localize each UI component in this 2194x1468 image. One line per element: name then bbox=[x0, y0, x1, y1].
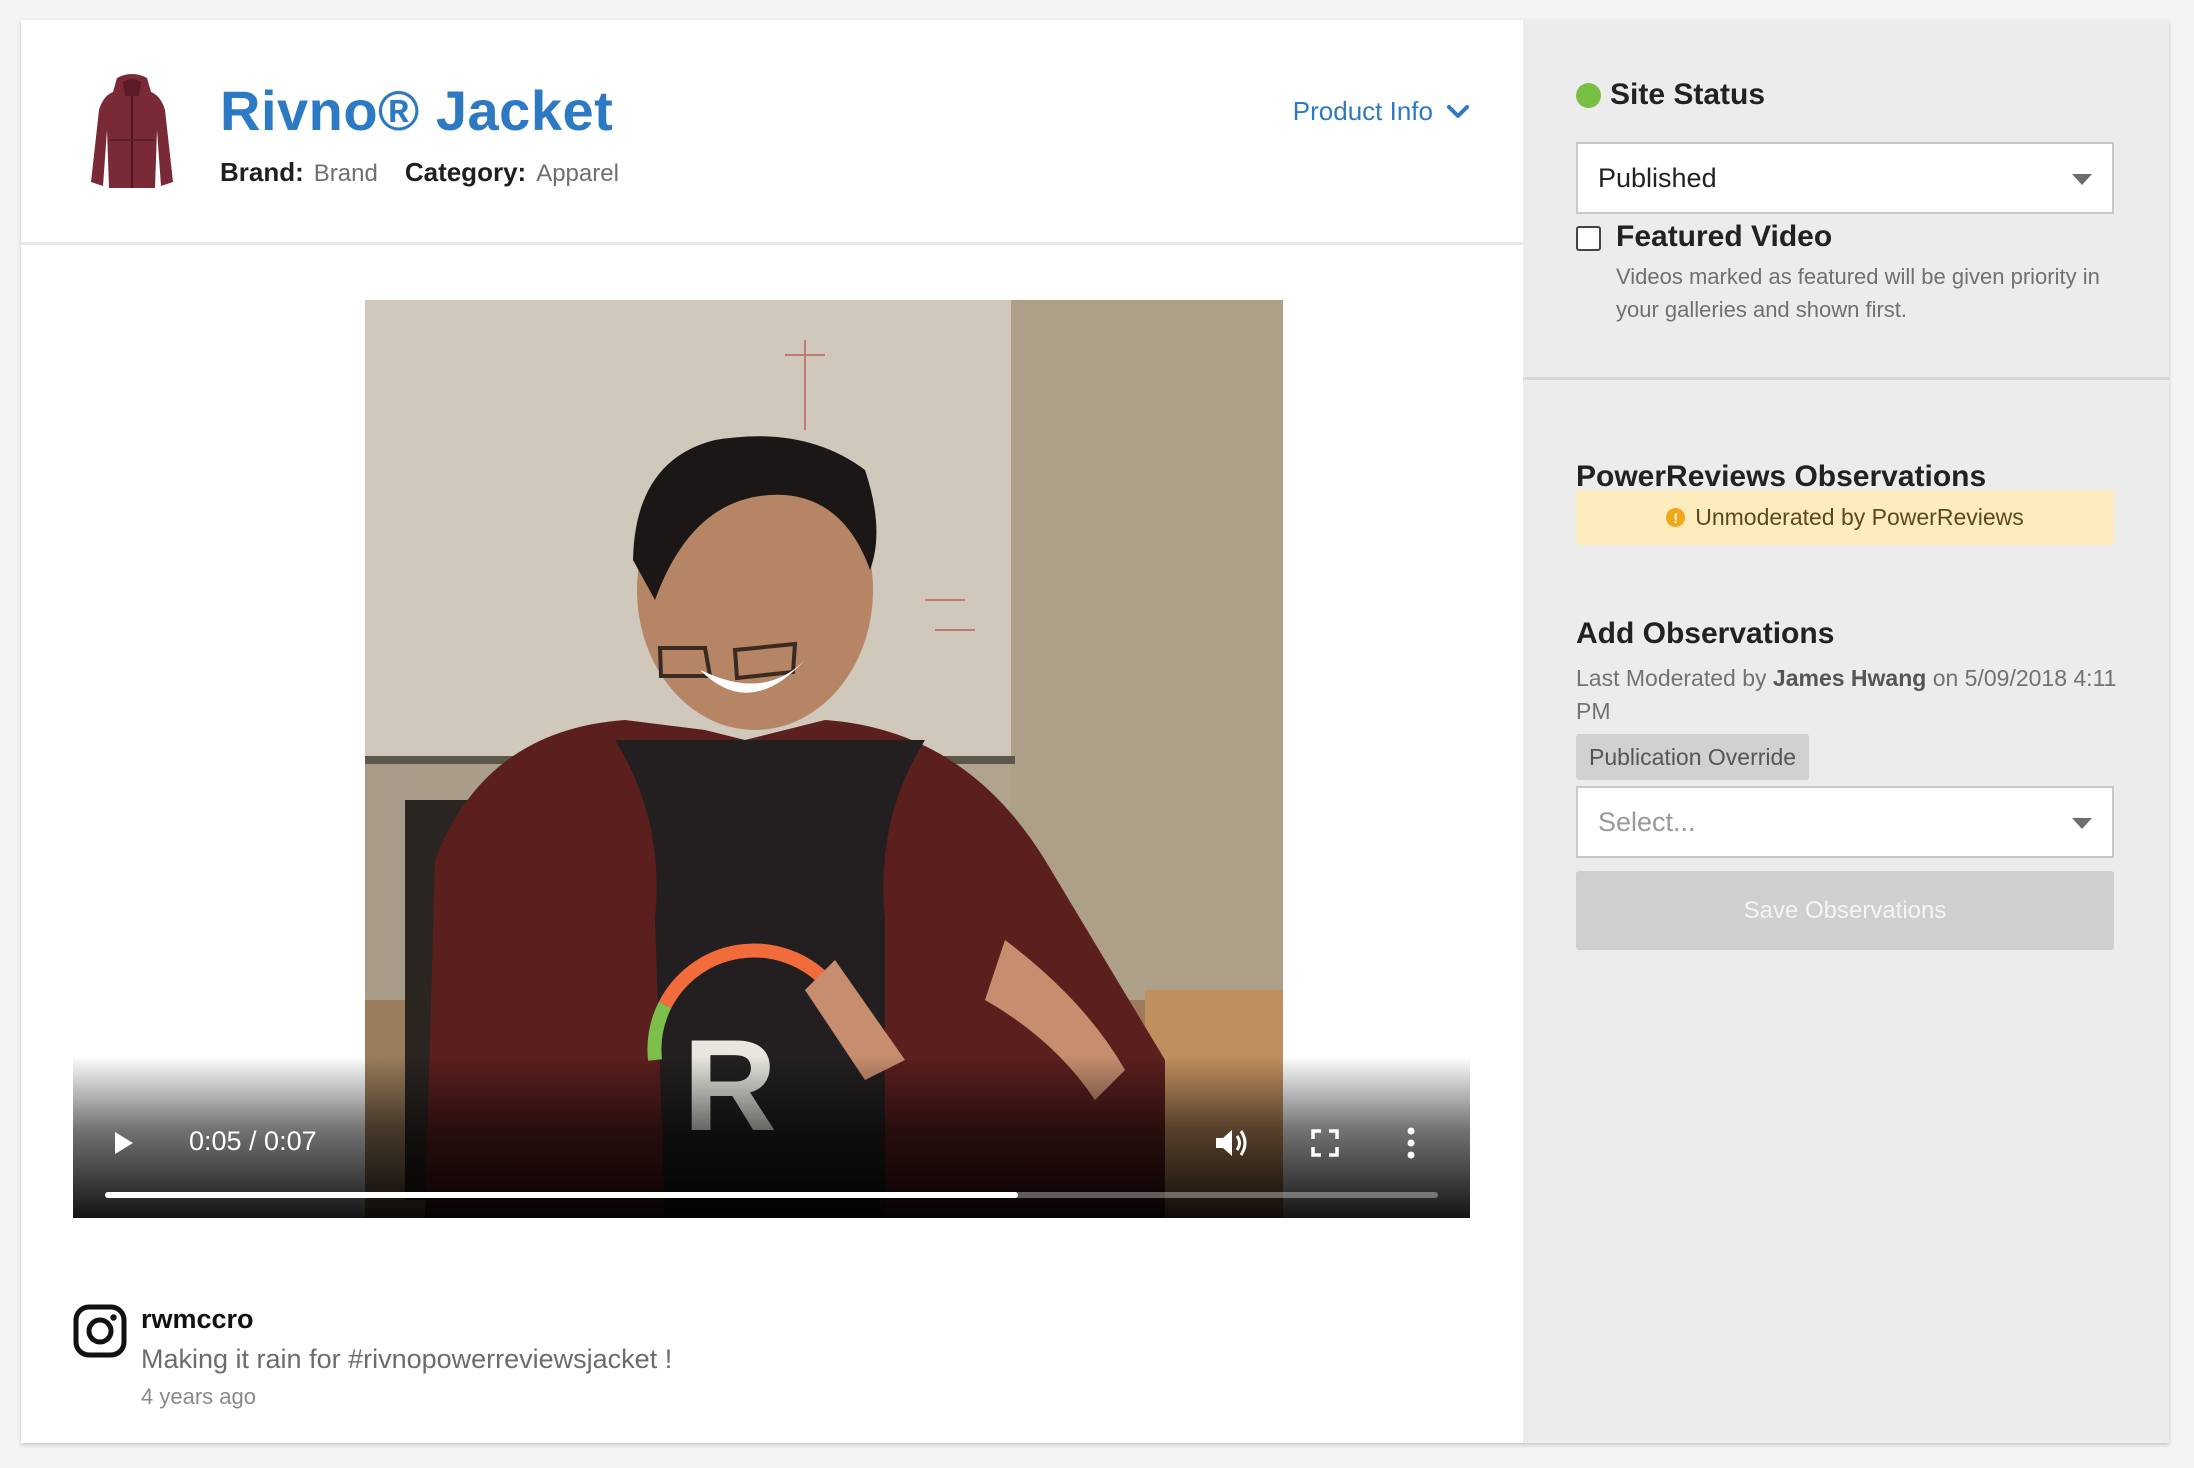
product-meta: Brand: Brand Category: Apparel bbox=[220, 157, 619, 188]
instagram-icon[interactable] bbox=[73, 1304, 127, 1358]
moderation-status-banner: ! Unmoderated by PowerReviews bbox=[1576, 490, 2114, 545]
video-progress-fill bbox=[105, 1192, 1019, 1198]
add-observations-heading: Add Observations bbox=[1576, 617, 1835, 650]
moderation-status-text: Unmoderated by PowerReviews bbox=[1695, 504, 2024, 530]
brand-value: Brand bbox=[313, 160, 378, 187]
observations-heading: PowerReviews Observations bbox=[1576, 460, 1987, 493]
status-section: Site Status Published Featured Video Vid… bbox=[1523, 20, 2169, 380]
category-value: Apparel bbox=[536, 160, 619, 187]
product-title: Rivno® Jacket bbox=[220, 79, 614, 142]
product-info-toggle[interactable]: Product Info bbox=[1293, 96, 1469, 127]
video-time: 0:05 / 0:07 bbox=[189, 1126, 317, 1156]
last-mod-prefix: Last Moderated by bbox=[1576, 665, 1767, 691]
alert-icon: ! bbox=[1666, 508, 1686, 527]
last-mod-user: James Hwang bbox=[1772, 665, 1927, 691]
post-caption: Making it rain for #rivnopowerreviewsjac… bbox=[141, 1344, 673, 1374]
video-progress-bar[interactable] bbox=[105, 1192, 1438, 1198]
site-status-heading: Site Status bbox=[1576, 78, 1765, 112]
site-status-value: Published bbox=[1598, 162, 1717, 193]
caret-down-icon bbox=[2072, 818, 2092, 829]
status-dot-icon bbox=[1576, 82, 1601, 108]
publication-override-select[interactable]: Select... bbox=[1576, 786, 2114, 858]
social-post: rwmccro Making it rain for #rivnopowerre… bbox=[73, 1284, 973, 1414]
chevron-down-icon bbox=[1447, 104, 1469, 118]
featured-video-checkbox[interactable] bbox=[1576, 226, 1601, 251]
content-panel: Rivno® Jacket Brand: Brand Category: App… bbox=[21, 20, 1523, 1443]
caret-down-icon bbox=[2072, 174, 2092, 185]
site-status-select[interactable]: Published bbox=[1576, 142, 2114, 214]
site-status-label: Site Status bbox=[1610, 78, 1766, 111]
last-moderated-text: Last Moderated by James Hwang on 5/09/20… bbox=[1576, 662, 2121, 728]
product-info-label: Product Info bbox=[1292, 96, 1433, 126]
publication-override-chip: Publication Override bbox=[1576, 734, 1810, 780]
post-username[interactable]: rwmccro bbox=[141, 1304, 254, 1335]
play-icon[interactable] bbox=[107, 1128, 137, 1158]
volume-icon[interactable] bbox=[1213, 1126, 1249, 1160]
moderation-sidebar: Site Status Published Featured Video Vid… bbox=[1523, 20, 2169, 1443]
save-observations-button[interactable]: Save Observations bbox=[1576, 871, 2114, 950]
product-thumbnail bbox=[91, 74, 173, 188]
fullscreen-icon[interactable] bbox=[1310, 1128, 1340, 1158]
brand-key: Brand: bbox=[220, 157, 304, 187]
post-timestamp: 4 years ago bbox=[141, 1384, 256, 1409]
video-player[interactable]: R 0:05 / 0:07 bbox=[73, 300, 1470, 1218]
video-moderation-card: Rivno® Jacket Brand: Brand Category: App… bbox=[21, 20, 2169, 1443]
more-options-icon[interactable] bbox=[1405, 1126, 1417, 1160]
featured-video-description: Videos marked as featured will be given … bbox=[1616, 264, 2100, 322]
featured-video-label[interactable]: Featured Video bbox=[1616, 220, 1832, 254]
category-key: Category: bbox=[404, 157, 527, 187]
product-header: Rivno® Jacket Brand: Brand Category: App… bbox=[21, 20, 1523, 245]
override-placeholder: Select... bbox=[1598, 806, 1696, 837]
